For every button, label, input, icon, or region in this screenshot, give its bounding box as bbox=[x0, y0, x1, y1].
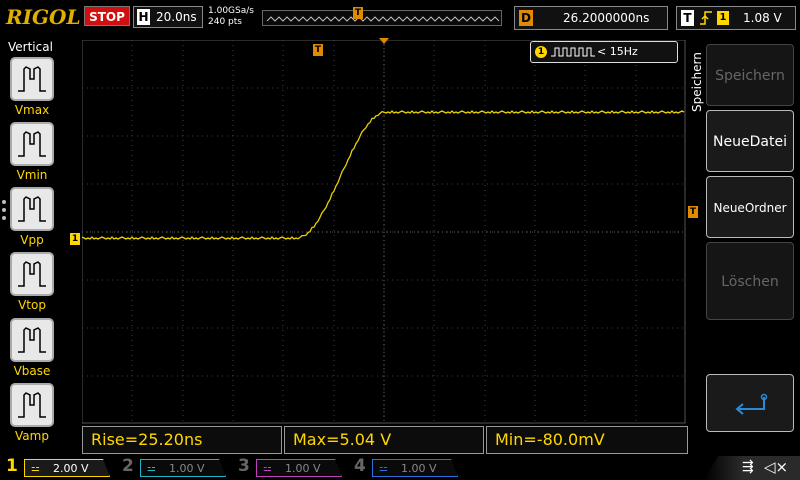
channel-scale-value: 1.00 V bbox=[169, 462, 205, 475]
measure-vtop-label: Vtop bbox=[18, 298, 46, 312]
timebase-value: 20.0ns bbox=[156, 10, 197, 24]
measure-vtop-button[interactable] bbox=[10, 252, 54, 296]
delay-key: D bbox=[519, 10, 533, 26]
measure-vpp-button[interactable] bbox=[10, 187, 54, 231]
delete-label: Löschen bbox=[721, 274, 779, 290]
dc-coupling-icon: ⚍ bbox=[263, 463, 272, 474]
measure-vmin-button[interactable] bbox=[10, 122, 54, 166]
waveform-grid[interactable] bbox=[82, 40, 686, 424]
frequency-channel: 1 bbox=[535, 46, 547, 58]
vtop-icon bbox=[18, 261, 46, 287]
vamp-icon bbox=[18, 392, 46, 418]
dc-coupling-icon: ⚍ bbox=[379, 463, 388, 474]
memory-overview-wave bbox=[266, 16, 500, 22]
return-button[interactable] bbox=[706, 374, 794, 432]
vmax-icon bbox=[18, 66, 46, 92]
memory-trigger-marker: T bbox=[353, 7, 363, 19]
delay-center-marker bbox=[379, 38, 389, 44]
vmin-icon bbox=[18, 131, 46, 157]
dc-coupling-icon: ⚍ bbox=[147, 463, 156, 474]
channel-scale-value: 2.00 V bbox=[53, 462, 89, 475]
channel-1-number[interactable]: 1 bbox=[6, 456, 18, 476]
measure-vmin-label: Vmin bbox=[16, 168, 48, 182]
new-folder-button[interactable]: NeueOrdner bbox=[706, 176, 794, 238]
save-button[interactable]: Speichern bbox=[706, 44, 794, 106]
new-file-label: NeueDatei bbox=[713, 134, 787, 150]
frequency-value: < 15Hz bbox=[597, 45, 638, 58]
channel-2-scale[interactable]: ⚍ 1.00 V bbox=[140, 459, 226, 477]
measure-vamp-label: Vamp bbox=[15, 429, 49, 443]
channel-4-number[interactable]: 4 bbox=[354, 456, 366, 476]
channel-scale-value: 1.00 V bbox=[285, 462, 321, 475]
page-indicator bbox=[2, 200, 6, 224]
left-menu-title: Vertical bbox=[8, 40, 53, 54]
trigger-source: 1 bbox=[717, 11, 729, 25]
delete-button[interactable]: Löschen bbox=[706, 242, 794, 320]
measure-vbase-button[interactable] bbox=[10, 318, 54, 362]
trigger-settings[interactable]: T 1 1.08 V bbox=[676, 6, 796, 30]
save-button-label: Speichern bbox=[715, 68, 785, 84]
usb-icon: ⇶ bbox=[742, 459, 754, 475]
trigger-key: T bbox=[681, 10, 694, 26]
svg-text:Speichern: Speichern bbox=[690, 52, 704, 112]
trigger-level-marker[interactable]: T bbox=[688, 206, 698, 218]
horizontal-timebase[interactable]: H 20.0ns bbox=[133, 6, 203, 28]
channel-2-number[interactable]: 2 bbox=[122, 456, 134, 476]
new-file-button[interactable]: NeueDatei bbox=[706, 110, 794, 172]
vbase-icon bbox=[18, 327, 46, 353]
measurement-min[interactable]: Min=-80.0mV bbox=[486, 426, 688, 454]
vpp-icon bbox=[18, 196, 46, 222]
measurement-rise[interactable]: Rise=25.20ns bbox=[82, 426, 282, 454]
ch1-offset-marker[interactable]: 1 bbox=[70, 233, 80, 245]
frequency-counter: 1 < 15Hz bbox=[530, 41, 678, 63]
channel-4-scale[interactable]: ⚍ 1.00 V bbox=[372, 459, 458, 477]
measure-vbase-label: Vbase bbox=[13, 364, 51, 378]
channel-1-scale[interactable]: ⚍ 2.00 V bbox=[24, 459, 110, 477]
channel-scale-value: 1.00 V bbox=[401, 462, 437, 475]
trigger-level: 1.08 V bbox=[743, 11, 782, 25]
new-folder-label: NeueOrdner bbox=[713, 201, 787, 215]
horizontal-delay[interactable]: D 26.2000000ns bbox=[514, 6, 668, 30]
channel-3-number[interactable]: 3 bbox=[238, 456, 250, 476]
return-icon bbox=[735, 393, 768, 415]
dc-coupling-icon: ⚍ bbox=[31, 463, 40, 474]
measurement-max[interactable]: Max=5.04 V bbox=[284, 426, 484, 454]
rising-edge-icon bbox=[699, 9, 713, 31]
measure-vamp-button[interactable] bbox=[10, 383, 54, 427]
trigger-position-marker[interactable]: T bbox=[313, 44, 323, 56]
waveform-memory-overview[interactable]: T bbox=[262, 7, 502, 26]
measure-vpp-label: Vpp bbox=[20, 233, 44, 247]
timebase-key: H bbox=[137, 9, 150, 25]
mute-icon[interactable]: ◁× bbox=[764, 458, 788, 476]
run-stop-status[interactable]: STOP bbox=[84, 6, 130, 26]
square-wave-icon bbox=[551, 47, 595, 57]
sample-rate: 1.00GSa/s bbox=[208, 6, 254, 16]
right-menu-title: Speichern bbox=[690, 52, 704, 112]
sample-info: 1.00GSa/s 240 pts bbox=[208, 6, 254, 28]
delay-value: 26.2000000ns bbox=[563, 11, 650, 25]
channel-3-scale[interactable]: ⚍ 1.00 V bbox=[256, 459, 342, 477]
rigol-logo: RIGOL bbox=[6, 5, 81, 29]
memory-depth: 240 pts bbox=[208, 17, 242, 27]
measure-vmax-button[interactable] bbox=[10, 57, 54, 101]
measure-vmax-label: Vmax bbox=[14, 103, 50, 117]
